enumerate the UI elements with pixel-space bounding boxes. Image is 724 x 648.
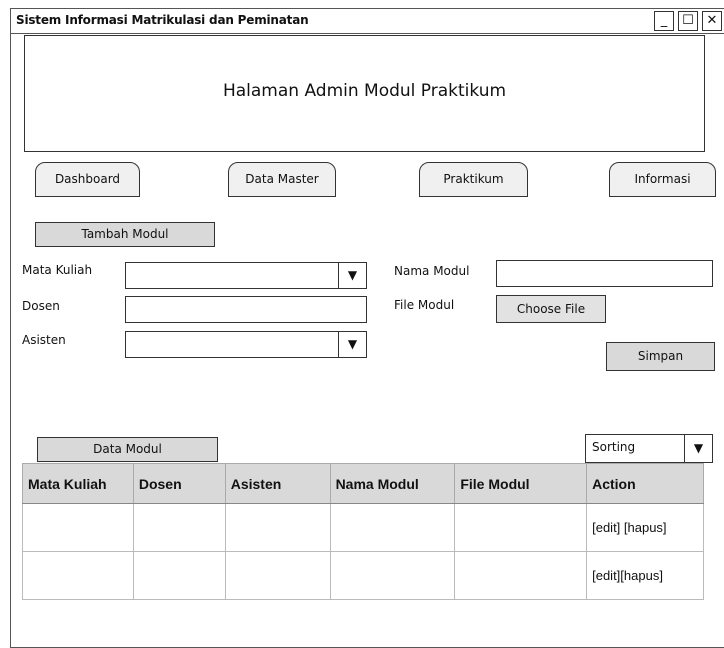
chevron-down-icon[interactable]: ▼ (684, 435, 712, 462)
cell-nama-modul (329, 551, 456, 600)
edit-hapus-actions[interactable]: [edit][hapus] (586, 551, 704, 600)
cell-asisten (224, 503, 331, 552)
maximize-icon[interactable]: ☐ (678, 11, 698, 31)
edit-hapus-actions[interactable]: [edit] [hapus] (586, 503, 704, 552)
cell-nama-modul (329, 503, 456, 552)
nama-modul-input[interactable] (496, 260, 713, 287)
chevron-down-icon[interactable]: ▼ (338, 332, 366, 357)
sorting-select[interactable]: Sorting ▼ (585, 434, 713, 463)
dosen-input[interactable] (125, 296, 367, 323)
nav-data-master-button[interactable]: Data Master (228, 162, 336, 197)
column-header-mata-kuliah[interactable]: Mata Kuliah (22, 463, 134, 504)
nama-modul-label: Nama Modul (394, 264, 470, 278)
asisten-label: Asisten (22, 333, 66, 347)
cell-dosen (132, 503, 226, 552)
cell-mata-kuliah (22, 503, 134, 552)
table-header-row: Mata Kuliah Dosen Asisten Nama Modul Fil… (22, 463, 704, 504)
title-bar: Sistem Informasi Matrikulasi dan Peminat… (11, 9, 724, 34)
cell-asisten (224, 551, 331, 600)
column-header-asisten[interactable]: Asisten (224, 463, 331, 504)
column-header-dosen[interactable]: Dosen (132, 463, 226, 504)
tambah-modul-button[interactable]: Tambah Modul (35, 222, 215, 247)
page-title: Halaman Admin Modul Praktikum (222, 81, 507, 101)
choose-file-button[interactable]: Choose File (496, 295, 606, 323)
data-modul-button[interactable]: Data Modul (37, 437, 218, 462)
window-title: Sistem Informasi Matrikulasi dan Peminat… (16, 13, 309, 27)
chevron-down-icon[interactable]: ▼ (338, 263, 366, 288)
table-row: [edit] [hapus] (22, 503, 704, 552)
column-header-action: Action (586, 463, 704, 504)
file-modul-label: File Modul (394, 298, 455, 312)
sorting-value: Sorting (592, 440, 636, 454)
cell-dosen (132, 551, 226, 600)
column-header-file-modul[interactable]: File Modul (454, 463, 588, 504)
mata-kuliah-select[interactable]: ▼ (125, 262, 367, 289)
mata-kuliah-label: Mata Kuliah (22, 263, 93, 277)
dosen-label: Dosen (22, 299, 60, 313)
column-header-nama-modul[interactable]: Nama Modul (329, 463, 456, 504)
page-header: Halaman Admin Modul Praktikum (24, 35, 705, 152)
nav-informasi-button[interactable]: Informasi (609, 162, 716, 197)
cell-file-modul (454, 503, 588, 552)
close-icon[interactable]: ✕ (702, 11, 722, 31)
nav-dashboard-button[interactable]: Dashboard (35, 162, 140, 197)
minimize-icon[interactable]: _ (654, 11, 674, 31)
cell-file-modul (454, 551, 588, 600)
nav-praktikum-button[interactable]: Praktikum (419, 162, 528, 197)
cell-mata-kuliah (22, 551, 134, 600)
table-row: [edit][hapus] (22, 551, 704, 600)
asisten-select[interactable]: ▼ (125, 331, 367, 358)
save-button[interactable]: Simpan (606, 342, 715, 371)
modul-table: Mata Kuliah Dosen Asisten Nama Modul Fil… (22, 463, 704, 600)
